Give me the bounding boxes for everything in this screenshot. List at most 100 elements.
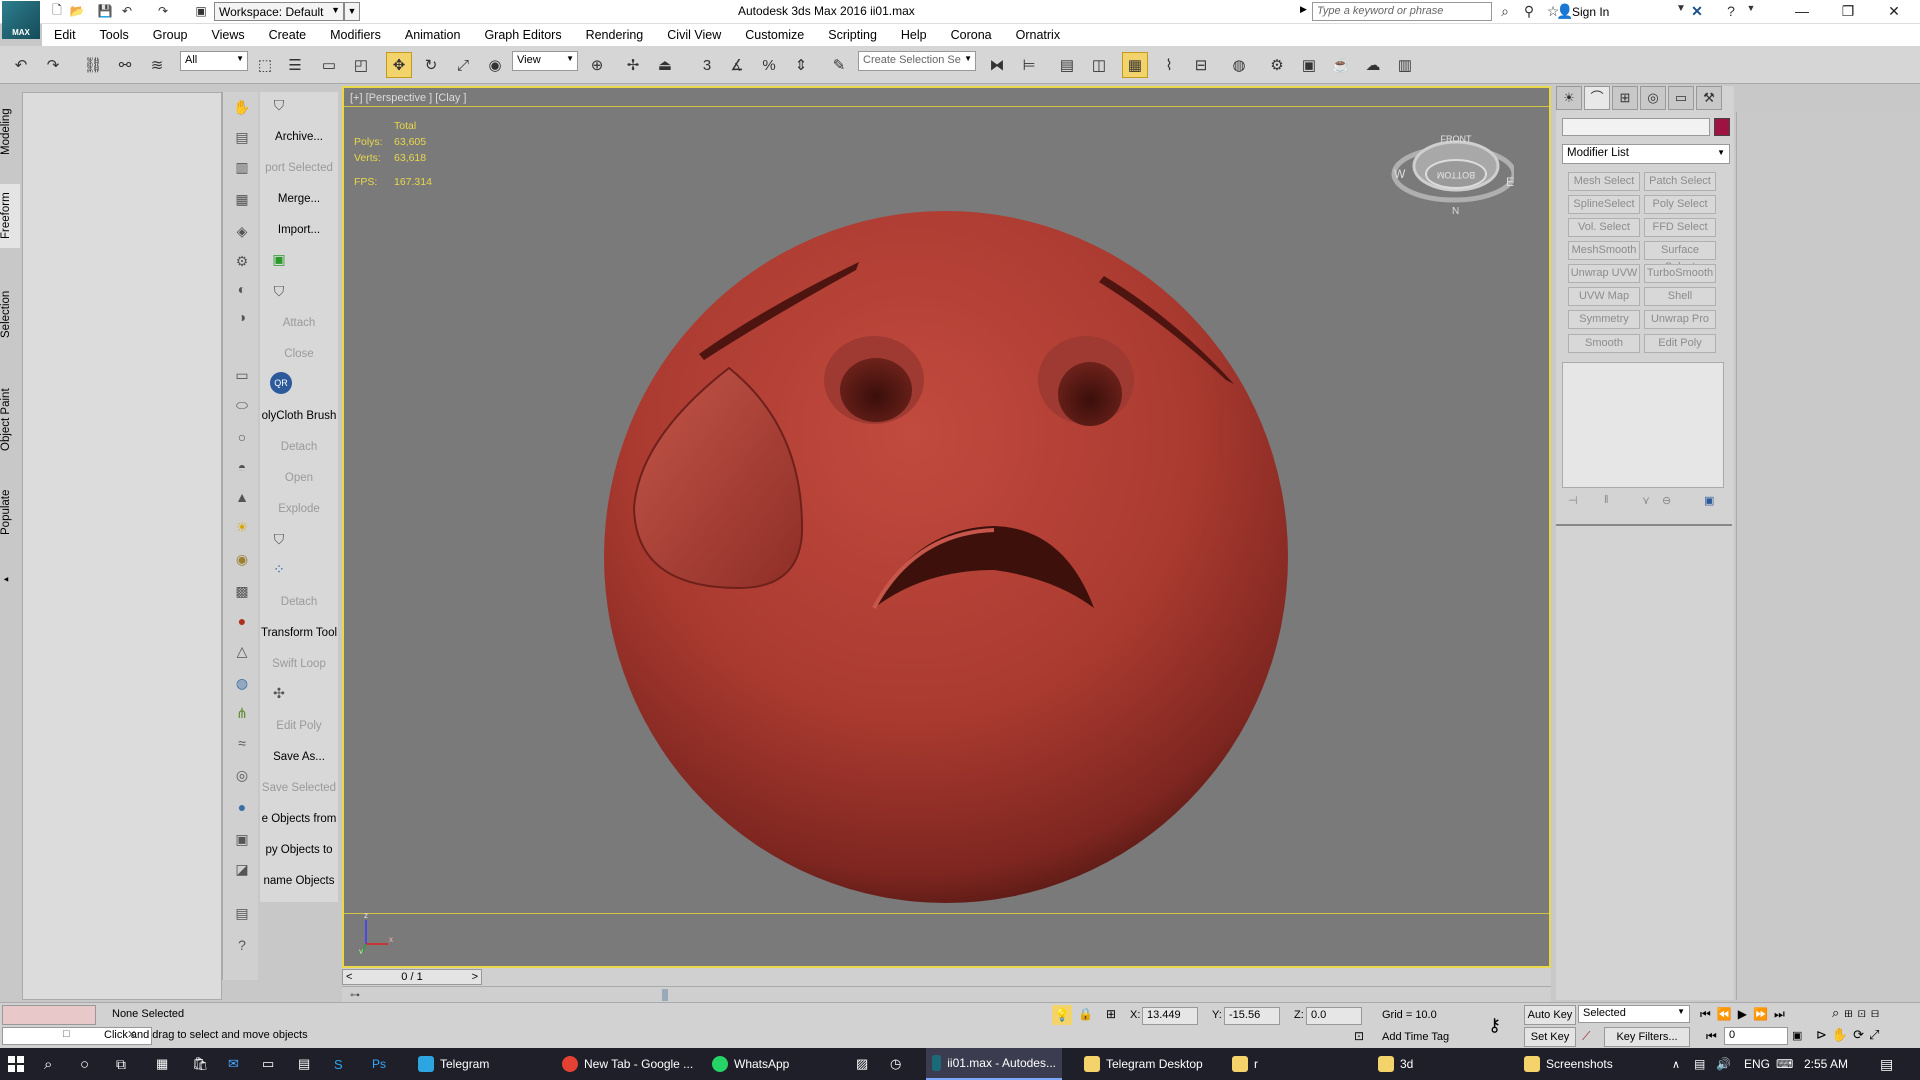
key-mode-icon[interactable]: ⏮ (1706, 1029, 1717, 1044)
render-iterative-icon[interactable]: ☁ (1360, 52, 1386, 78)
key-set-dropdown[interactable]: Selected ▼ (1578, 1005, 1690, 1023)
texture-ball-icon[interactable]: ◎ (231, 764, 253, 786)
plane-icon[interactable]: ▭ (231, 364, 253, 386)
vol-select-button[interactable]: Vol. Select (1568, 218, 1640, 237)
object-color-swatch[interactable] (1714, 118, 1730, 136)
tray-expand-icon[interactable]: ∧ (1672, 1048, 1680, 1080)
paint-icon[interactable]: ● (231, 610, 253, 632)
image-viewer-icon[interactable]: ▨ (856, 1048, 868, 1080)
menu-animation[interactable]: Animation (393, 28, 473, 42)
pan-icon[interactable]: ✋ (1832, 1027, 1853, 1042)
sun-icon[interactable]: ☀ (231, 516, 253, 538)
pivot-center-icon[interactable]: ⊕ (584, 52, 610, 78)
clock[interactable]: 2:55 AM (1804, 1048, 1848, 1080)
display-tab-icon[interactable]: ▭ (1668, 86, 1694, 110)
redo-icon[interactable]: ↷ (154, 2, 172, 20)
restore-button[interactable]: ❐ (1826, 0, 1870, 24)
sphere-icon[interactable]: ○ (231, 426, 253, 448)
help-icon[interactable]: ? (1722, 3, 1740, 21)
create-tab-icon[interactable]: ☀ (1556, 86, 1582, 110)
object-name-field[interactable] (1562, 118, 1710, 136)
calculator-icon[interactable]: ▦ (156, 1048, 168, 1080)
spinner-snap-icon[interactable]: ⇕ (788, 52, 814, 78)
cortana-icon[interactable]: ○ (80, 1048, 89, 1080)
polycloth-brush-button[interactable]: olyCloth Brush (260, 410, 338, 422)
viewcube[interactable]: FRONT BOTTOM W E N (1384, 124, 1514, 214)
edit-poly-modifier-button[interactable]: Edit Poly (1644, 334, 1716, 353)
task-view-icon[interactable]: ⧉ (116, 1048, 126, 1080)
tab-modeling[interactable]: Modeling (0, 102, 20, 162)
hierarchy-tab-icon[interactable]: ⊞ (1612, 86, 1638, 110)
rendered-frame-window-icon[interactable]: ▣ (1296, 52, 1322, 78)
light-icon[interactable]: ◉ (231, 548, 253, 570)
menu-edit[interactable]: Edit (42, 28, 88, 42)
link-icon[interactable]: ⛓ (80, 52, 106, 78)
select-and-move-icon[interactable]: ✥ (386, 52, 412, 78)
tab-selection[interactable]: Selection (0, 282, 20, 346)
mail-icon[interactable]: ✉ (228, 1048, 239, 1080)
sound-icon[interactable]: ◐ (231, 278, 253, 300)
menu-modifiers[interactable]: Modifiers (318, 28, 393, 42)
open-file-icon[interactable]: 📂 (68, 2, 86, 20)
perspective-viewport[interactable]: [+] [Perspective ] [Clay ] Total Polys: 6… (342, 86, 1551, 968)
modifier-list-dropdown[interactable]: Modifier List ▼ (1562, 144, 1730, 164)
ribbon-expand-icon[interactable]: ▸ (0, 570, 20, 588)
import-button[interactable]: Import... (260, 224, 338, 236)
computer-icon[interactable]: ▭ (262, 1048, 274, 1080)
taskbar-folder-3d[interactable]: 3d (1372, 1048, 1419, 1080)
chevron-down-icon[interactable]: ▼ (1742, 3, 1760, 21)
subscription-icon[interactable]: ⚲ (1520, 3, 1538, 21)
open-button[interactable]: Open (260, 472, 338, 484)
unwrap-pro-button[interactable]: Unwrap Pro (1644, 310, 1716, 329)
robot-icon[interactable]: ⚙ (231, 250, 253, 272)
export-icon[interactable]: ▥ (231, 156, 253, 178)
menu-views[interactable]: Views (199, 28, 256, 42)
network-icon[interactable]: ▤ (1694, 1048, 1705, 1080)
unwrap-uvw-button[interactable]: Unwrap UVW (1568, 264, 1640, 283)
explode-button[interactable]: Explode (260, 503, 338, 515)
taskbar-chrome[interactable]: New Tab - Google ... (556, 1048, 699, 1080)
patch-select-button[interactable]: Patch Select (1644, 172, 1716, 191)
merge-button[interactable]: Merge... (260, 193, 338, 205)
workspace-menu-button[interactable]: ▼ (344, 2, 360, 21)
slider-next-icon[interactable]: > (472, 970, 478, 984)
go-to-end-icon[interactable]: ⏭ (1774, 1007, 1791, 1021)
green-screen-icon[interactable]: ▣ (268, 248, 290, 270)
poly-select-button[interactable]: Poly Select (1644, 195, 1716, 214)
edit-named-selection-icon[interactable]: ✎ (826, 52, 852, 78)
bind-space-warp-icon[interactable]: ≋ (144, 52, 170, 78)
clock-app-icon[interactable]: ◷ (890, 1048, 901, 1080)
menu-ornatrix[interactable]: Ornatrix (1004, 28, 1072, 42)
keyboard-shortcut-override-icon[interactable]: ⏏ (652, 52, 678, 78)
search-icon[interactable]: ⌕ (44, 1048, 52, 1080)
taskbar-screenshots[interactable]: Screenshots (1518, 1048, 1619, 1080)
tab-freeform[interactable]: Freeform (0, 184, 20, 248)
menu-help[interactable]: Help (889, 28, 939, 42)
language-indicator[interactable]: ENG (1744, 1048, 1770, 1080)
search-expand-icon[interactable]: ▶ (1300, 4, 1307, 15)
play-icon[interactable]: ▶ (1738, 1007, 1753, 1021)
slider-prev-icon[interactable]: < (346, 970, 352, 984)
maxscript-listener[interactable] (2, 1005, 96, 1025)
select-by-name-icon[interactable]: ☰ (282, 52, 308, 78)
meshsmooth-button[interactable]: MeshSmooth (1568, 241, 1640, 260)
select-manipulate-icon[interactable]: ✢ (620, 52, 646, 78)
render-setup-icon[interactable]: ⚙ (1264, 52, 1290, 78)
volume-icon[interactable]: 🔊 (1716, 1048, 1731, 1080)
copy-objects-to-button[interactable]: py Objects to (260, 844, 338, 856)
y-coord-field[interactable]: -15.56 (1224, 1007, 1280, 1025)
default-tangent-icon[interactable]: ⟋ (1582, 1029, 1590, 1044)
tab-populate[interactable]: Populate (0, 480, 20, 544)
export-selected-button[interactable]: port Selected (260, 162, 338, 174)
dome-icon[interactable]: ◓ (231, 456, 253, 478)
globe-icon[interactable]: ◍ (231, 672, 253, 694)
select-and-place-icon[interactable]: ◉ (482, 52, 508, 78)
merge-objects-from-button[interactable]: e Objects from (260, 813, 338, 825)
layer-explorer-icon[interactable]: ◫ (1086, 52, 1112, 78)
snaps-toggle-icon[interactable]: 3 (694, 52, 720, 78)
input-method-icon[interactable]: ⌨ (1776, 1048, 1793, 1080)
save-icon[interactable]: 💾 (96, 2, 114, 20)
detach-button-2[interactable]: Detach (260, 596, 338, 608)
smooth-button[interactable]: Smooth (1568, 334, 1640, 353)
menu-create[interactable]: Create (257, 28, 319, 42)
